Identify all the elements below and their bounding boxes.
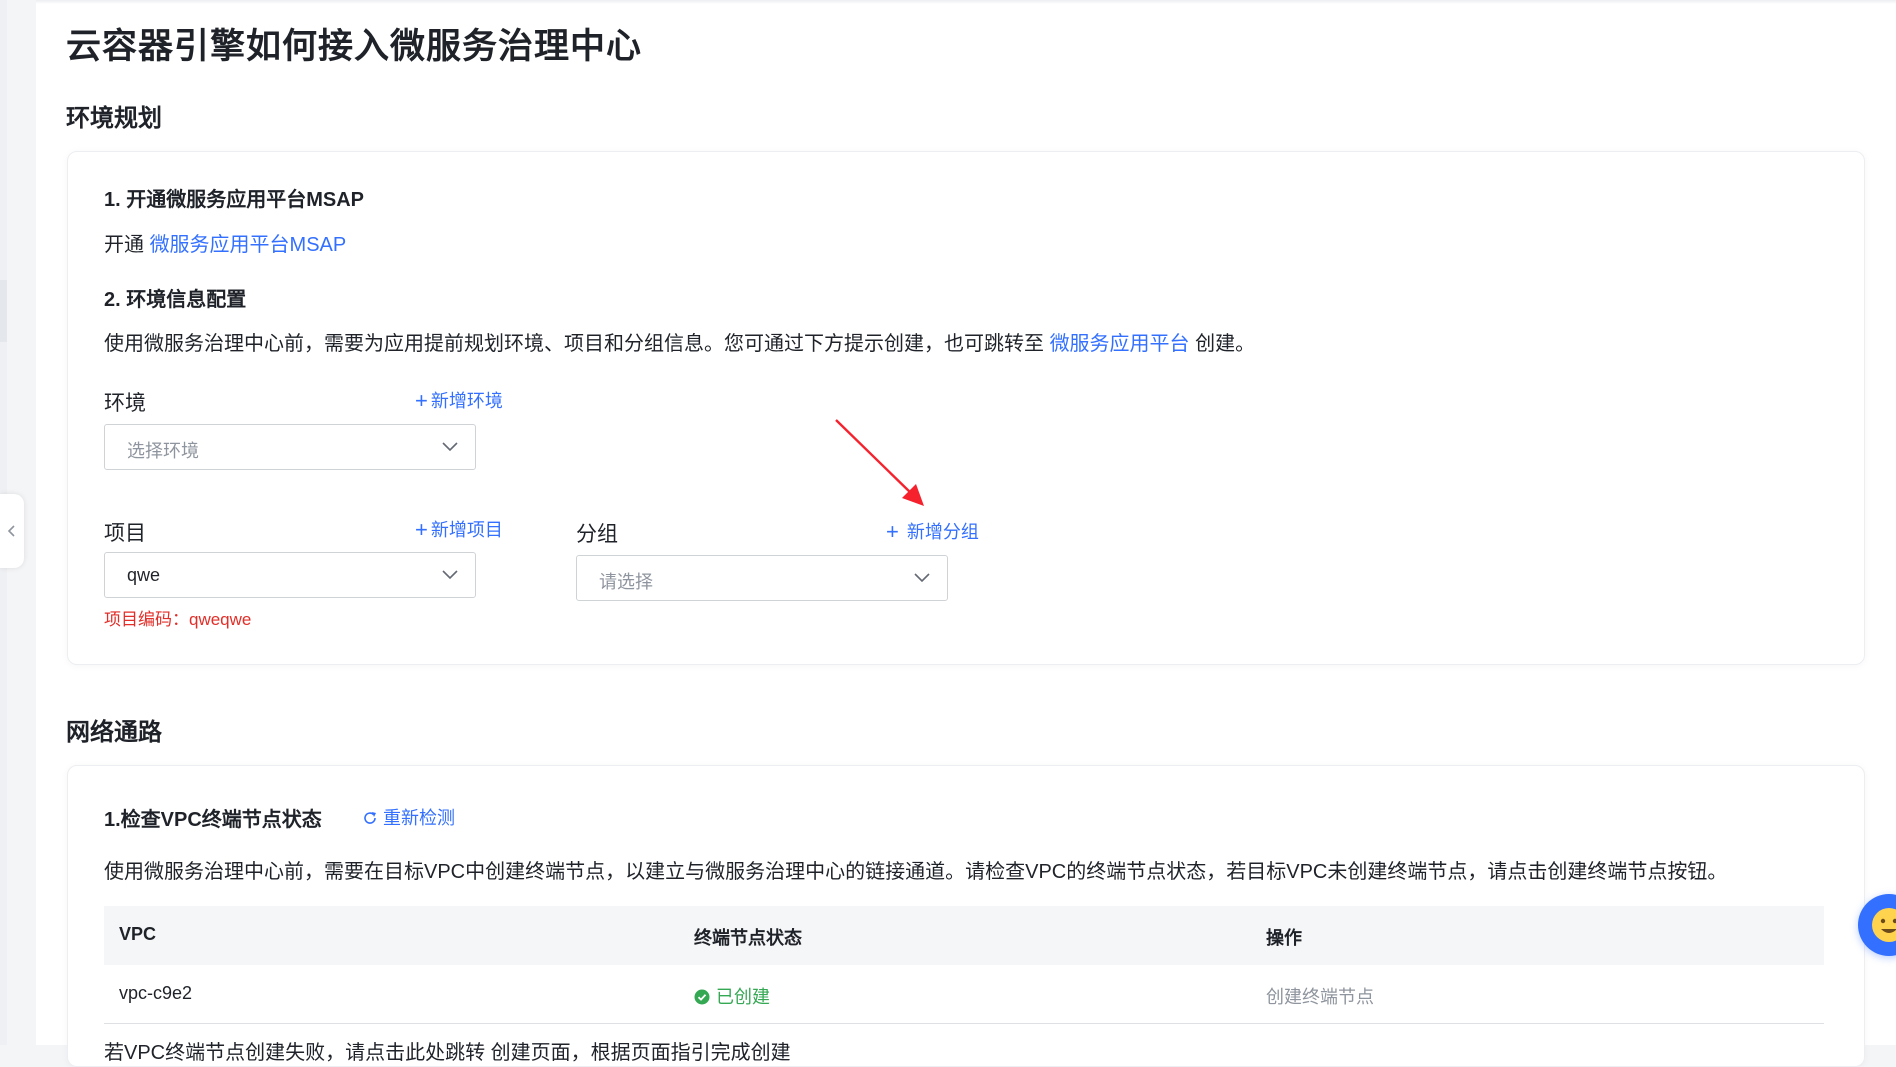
table-row: vpc-c9e2 已创建 创建终端节点 (104, 965, 1824, 1024)
plus-icon: + (415, 517, 428, 542)
chevron-down-icon (914, 573, 930, 583)
vpc-id-cell: vpc-c9e2 (119, 983, 193, 1003)
smiley-icon (1872, 908, 1896, 942)
page-title: 云容器引擎如何接入微服务治理中心 (66, 27, 643, 66)
plus-icon: + (886, 519, 899, 544)
group-label: 分组 (576, 523, 618, 546)
network-card: 1.检查VPC终端节点状态 重新检测 使用微服务治理中心前，需要在目标VPC中创… (67, 765, 1865, 1067)
environment-select[interactable]: 选择环境 (104, 424, 476, 470)
section-title-network: 网络通路 (66, 719, 162, 746)
chevron-left-icon (7, 525, 15, 537)
group-select-placeholder: 请选择 (599, 572, 653, 592)
column-header-vpc: VPC (119, 924, 157, 944)
env-card: 1. 开通微服务应用平台MSAP 开通 微服务应用平台MSAP 2. 环境信息配… (67, 151, 1865, 665)
plus-icon: + (415, 388, 428, 413)
main-content: 云容器引擎如何接入微服务治理中心 环境规划 1. 开通微服务应用平台MSAP 开… (36, 0, 1896, 1067)
assistant-chat-button[interactable] (1858, 894, 1896, 956)
add-environment-button[interactable]: + 新增环境 (415, 387, 503, 414)
step-open-msap-desc: 开通 微服务应用平台MSAP (104, 228, 346, 257)
recheck-button[interactable]: 重新检测 (362, 804, 455, 830)
chevron-down-icon (442, 442, 458, 452)
check-circle-icon (694, 989, 710, 1005)
step-check-vpc-title: 1.检查VPC终端节点状态 (104, 809, 322, 831)
bottom-hint-text: 若VPC终端节点创建失败，请点击此处跳转 创建页面，根据页面指引完成创建 (104, 1042, 791, 1064)
msap-link[interactable]: 微服务应用平台MSAP (150, 234, 347, 256)
step-check-vpc-desc: 使用微服务治理中心前，需要在目标VPC中创建终端节点，以建立与微服务治理中心的链… (104, 861, 1728, 883)
step-env-config-title: 2. 环境信息配置 (104, 289, 247, 311)
top-shade (36, 0, 1896, 4)
platform-link[interactable]: 微服务应用平台 (1050, 333, 1190, 355)
recheck-label: 重新检测 (383, 808, 455, 828)
environment-label: 环境 (104, 392, 146, 415)
table-header: VPC 终端节点状态 操作 (104, 906, 1824, 965)
add-project-label: 新增项目 (430, 520, 503, 540)
project-code-text: 项目编码：qweqwe (104, 610, 252, 629)
annotation-arrow-icon (835, 419, 924, 506)
desc-suffix: 创建。 (1189, 333, 1256, 355)
group-select[interactable]: 请选择 (576, 555, 948, 601)
sidebar-collapse-toggle[interactable] (0, 494, 24, 568)
project-select[interactable]: qwe (104, 552, 476, 598)
add-group-label: 新增分组 (906, 522, 979, 542)
add-project-button[interactable]: + 新增项目 (415, 516, 503, 543)
project-label: 项目 (104, 522, 146, 545)
column-header-action: 操作 (1266, 928, 1302, 948)
status-text: 已创建 (716, 987, 770, 1007)
step-open-msap-title: 1. 开通微服务应用平台MSAP (104, 189, 365, 211)
open-prefix: 开通 (104, 234, 150, 256)
status-cell: 已创建 (694, 983, 770, 1009)
add-group-button[interactable]: + 新增分组 (886, 518, 979, 545)
create-endpoint-button[interactable]: 创建终端节点 (1266, 983, 1374, 1009)
desc-prefix: 使用微服务治理中心前，需要为应用提前规划环境、项目和分组信息。您可通过下方提示创… (104, 333, 1050, 355)
add-environment-label: 新增环境 (430, 391, 503, 411)
column-header-status: 终端节点状态 (694, 928, 802, 948)
section-title-env: 环境规划 (66, 105, 162, 132)
gutter-notch (0, 280, 7, 342)
project-select-value: qwe (127, 565, 161, 585)
step-env-config-desc: 使用微服务治理中心前，需要为应用提前规划环境、项目和分组信息。您可通过下方提示创… (104, 327, 1255, 356)
chevron-down-icon (442, 570, 458, 580)
environment-select-placeholder: 选择环境 (127, 441, 199, 461)
refresh-icon (364, 812, 376, 824)
